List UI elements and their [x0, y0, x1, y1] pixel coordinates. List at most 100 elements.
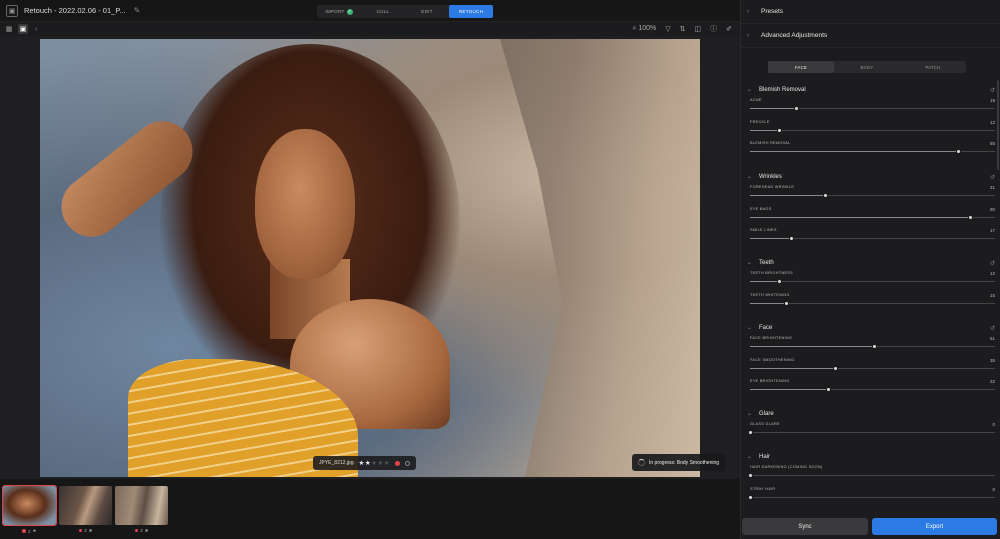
slider-stray-hair[interactable]: STRAY HAIR 0	[747, 485, 995, 507]
grid-view-icon[interactable]: ▦	[4, 24, 14, 34]
compare-icon[interactable]: ◐	[32, 24, 42, 34]
step-cull[interactable]: CULL	[361, 5, 405, 18]
star-icon[interactable]: ★	[384, 460, 390, 467]
section-blemish-removal: ⌄ Blemish Removal ↺ ACNE 19 FRECKLE 12 BLEMISH …	[747, 84, 995, 161]
slider-handle[interactable]	[872, 344, 878, 349]
section-header[interactable]: ⌄ Wrinkles ↺	[747, 171, 995, 183]
reset-icon[interactable]: ↺	[990, 325, 995, 332]
slider-track[interactable]	[750, 344, 995, 349]
slider-forehead-wrinkle[interactable]: FOREHEAD WRINKLE 31	[747, 183, 995, 205]
step-import[interactable]: IMPORT ✓	[317, 5, 361, 18]
section-header[interactable]: ⌄ Blemish Removal ↺	[747, 84, 995, 96]
slider-fill	[750, 195, 826, 196]
section-title: Blemish Removal	[759, 87, 806, 93]
slider-track[interactable]	[750, 387, 995, 392]
slider-smile-lines[interactable]: SMILE LINES 17	[747, 226, 995, 248]
slider-handle[interactable]	[776, 127, 782, 133]
sort-icon[interactable]: ⇅	[680, 25, 686, 33]
slider-handle[interactable]	[955, 149, 961, 154]
slider-track[interactable]	[747, 494, 995, 500]
reject-flag-icon	[144, 528, 149, 533]
slider-handle[interactable]	[776, 279, 782, 284]
single-view-icon[interactable]: ▣	[18, 24, 28, 34]
tab-face[interactable]: FACE	[768, 61, 834, 73]
slider-track[interactable]	[750, 365, 995, 371]
slider-handle[interactable]	[747, 430, 753, 435]
slider-track[interactable]	[750, 300, 995, 306]
slider-eye-bags[interactable]: EYE BAGS 90	[747, 205, 995, 227]
chevron-right-icon: ›	[747, 32, 749, 39]
slider-fill	[750, 302, 787, 304]
slider-track[interactable]	[750, 236, 995, 241]
filmstrip-thumb[interactable]	[2, 485, 57, 526]
slider-handle[interactable]	[789, 236, 795, 241]
slider-track[interactable]	[750, 193, 995, 198]
slider-handle[interactable]	[825, 387, 831, 392]
slider-label: SMILE LINES	[750, 228, 777, 232]
star-rating[interactable]: ★★★★★	[358, 459, 390, 467]
section-title: Teeth	[759, 260, 774, 266]
reject-flag-icon[interactable]	[405, 460, 411, 466]
red-flag-icon	[22, 529, 26, 533]
sync-button[interactable]: Sync	[742, 518, 868, 535]
slider-handle[interactable]	[794, 106, 800, 111]
reject-flag-icon	[88, 528, 93, 533]
thumb-rating: 2	[140, 528, 143, 533]
slider-handle[interactable]	[747, 473, 753, 478]
slider-track[interactable]	[750, 214, 995, 220]
slider-face-smoothening[interactable]: FACE SMOOTHENING 35	[747, 356, 995, 378]
slider-face-brightening[interactable]: FACE BRIGHTENING 51	[747, 334, 995, 356]
slider-hair-darkening-coming-soon[interactable]: HAIR DARKENING (COMING SOON)	[747, 463, 995, 485]
advanced-adjustments-accordion[interactable]: › Advanced Adjustments	[741, 24, 1000, 48]
slider-blemish-removal[interactable]: BLEMISH REMOVAL 85	[747, 139, 995, 161]
step-edit[interactable]: EDIT	[405, 5, 449, 18]
photo-face	[255, 129, 355, 279]
slider-handle[interactable]	[747, 494, 753, 500]
slider-freckle[interactable]: FRECKLE 12	[747, 118, 995, 140]
slider-teeth-whitening[interactable]: TEETH WHITENING 15	[747, 291, 995, 313]
slider-eye-brightening[interactable]: EYE BRIGHTENING 32	[747, 377, 995, 399]
step-retouch[interactable]: RETOUCH	[449, 5, 493, 18]
photo-canvas[interactable]: JPYE_8212.jpg ★★★★★ In progress: Body Sm…	[0, 36, 740, 479]
slider-fill	[750, 129, 780, 131]
tab-body[interactable]: BODY	[834, 61, 900, 73]
reset-icon[interactable]: ↺	[990, 260, 995, 267]
zoom-control[interactable]: ⌕ 100%	[632, 25, 656, 33]
slider-handle[interactable]	[833, 365, 839, 371]
section-header[interactable]: ⌄ Glare	[747, 408, 995, 420]
info-icon[interactable]: ⓘ	[710, 24, 717, 34]
export-button[interactable]: Export	[872, 518, 997, 535]
slider-handle[interactable]	[823, 193, 829, 198]
filmstrip-thumb[interactable]	[115, 486, 168, 525]
section-header[interactable]: ⌄ Face ↺	[747, 322, 995, 334]
slider-acne[interactable]: ACNE 19	[747, 96, 995, 118]
filter-icon[interactable]: ▽	[665, 25, 670, 33]
slider-track[interactable]	[750, 127, 995, 133]
slider-track[interactable]	[750, 149, 995, 154]
section-header[interactable]: ⌄ Hair	[747, 451, 995, 463]
slider-track[interactable]	[747, 473, 995, 478]
main-photo[interactable]	[40, 39, 700, 477]
reset-icon[interactable]: ↺	[990, 174, 995, 181]
retouch-app: ▣ Retouch - 2022.02.06 - 01_P... ✎ IMPOR…	[0, 0, 1000, 539]
slider-glass-glare[interactable]: GLASS GLARE 0	[747, 420, 995, 442]
photo-rock	[500, 39, 700, 477]
slider-track[interactable]	[750, 279, 995, 284]
split-view-icon[interactable]: ◫	[695, 25, 702, 33]
picker-icon[interactable]: ✐	[726, 25, 732, 33]
reset-icon[interactable]: ↺	[990, 87, 995, 94]
area-tabs: FACE BODY PATCH	[768, 61, 966, 73]
slider-track[interactable]	[747, 430, 995, 435]
tab-patch[interactable]: PATCH	[900, 61, 966, 73]
slider-handle[interactable]	[968, 214, 973, 220]
panel-scrollbar[interactable]	[997, 80, 999, 170]
slider-teeth-brightness[interactable]: TEETH BRIGHTNESS 12	[747, 269, 995, 291]
section-header[interactable]: ⌄ Teeth ↺	[747, 257, 995, 269]
slider-track[interactable]	[750, 106, 995, 111]
thumb-meta: 2 ★	[3, 528, 56, 534]
edit-title-icon[interactable]: ✎	[134, 6, 141, 15]
presets-accordion[interactable]: › Presets	[741, 0, 1000, 24]
filmstrip-thumb[interactable]	[59, 486, 112, 525]
slider-handle[interactable]	[784, 300, 790, 306]
red-flag-icon[interactable]	[395, 460, 401, 466]
